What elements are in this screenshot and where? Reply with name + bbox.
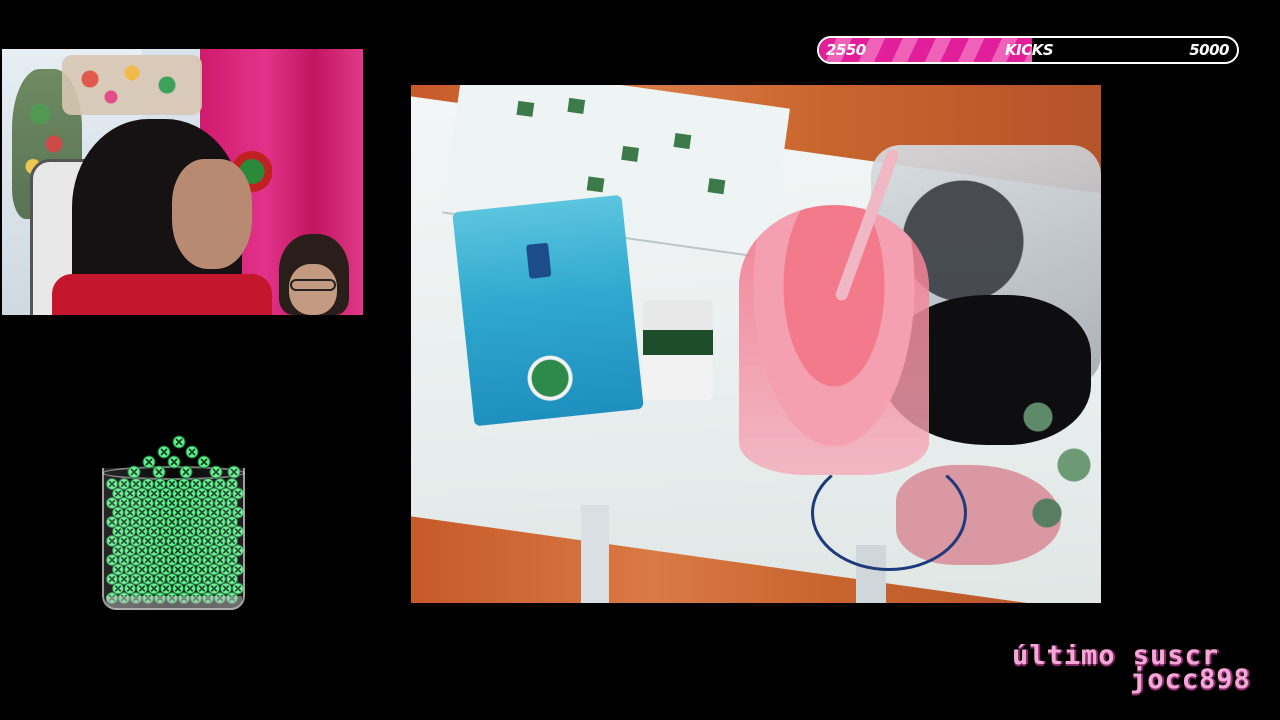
gem	[172, 435, 186, 449]
feed-table-pattern	[1011, 385, 1101, 545]
feed-blue-box	[452, 194, 644, 427]
box-logo	[526, 242, 552, 279]
gem	[197, 455, 211, 469]
feed-block-figure	[643, 300, 713, 400]
jar-body	[102, 468, 245, 610]
sheet-pixel-art	[621, 145, 640, 162]
latest-subscriber-name: jocc898	[1130, 664, 1251, 695]
feed-table-leg	[581, 505, 609, 603]
kicks-goal-bar: 2550 KICKS 5000	[817, 36, 1239, 64]
webcam-decoration	[62, 55, 202, 115]
webcam-streamer-face	[172, 159, 252, 269]
kicks-current-value: 2550	[826, 41, 866, 59]
webcam-streamer-sweater	[52, 274, 272, 315]
gem	[167, 455, 181, 469]
camera-feed	[411, 85, 1101, 603]
stream-overlay: 2550 KICKS 5000 último suscr jocc898	[0, 0, 1280, 720]
webcam-feed	[2, 49, 363, 315]
jar-base	[106, 596, 242, 610]
sheet-pixel-art	[567, 97, 586, 114]
feed-drink-cup	[739, 205, 929, 475]
latest-subscriber: último suscr jocc898	[1012, 644, 1280, 696]
box-artwork	[517, 350, 583, 407]
sheet-pixel-art	[707, 178, 726, 195]
gem	[157, 445, 171, 459]
sheet-pixel-art	[673, 133, 692, 150]
sheet-pixel-art	[586, 176, 605, 193]
kicks-label: KICKS	[1005, 41, 1054, 59]
sheet-pixel-art	[516, 100, 535, 117]
gem	[185, 445, 199, 459]
gem	[142, 455, 156, 469]
webcam-glasses	[290, 279, 336, 291]
kicks-goal-value: 5000	[1189, 41, 1229, 59]
